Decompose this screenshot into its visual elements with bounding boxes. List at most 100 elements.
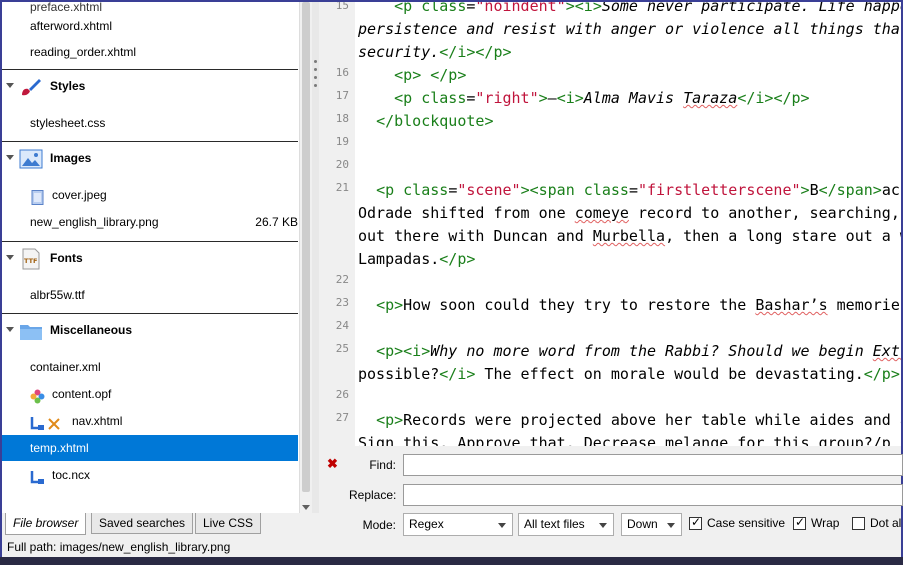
line-number: 16 (335, 66, 349, 79)
line-number: 18 (335, 112, 349, 125)
case-sensitive-checkbox[interactable] (689, 515, 702, 530)
chevron-down-icon (599, 523, 607, 528)
code-editor[interactable]: 15 16 17 18 19 20 21 22 23 24 25 26 27 <… (319, 2, 901, 446)
line-number: 21 (335, 181, 349, 194)
file-name: temp.xhtml (30, 441, 89, 455)
tree-row-toc[interactable]: toc.ncx (2, 462, 298, 488)
scope-select[interactable]: All text files (518, 513, 614, 536)
tree-group-fonts[interactable]: TTF Fonts (2, 241, 298, 273)
code-line[interactable]: out there with Duncan and Murbella, then… (358, 225, 901, 248)
expand-arrow-icon[interactable] (6, 255, 14, 260)
wrap-checkbox[interactable] (793, 515, 806, 530)
tree-row-afterword[interactable]: afterword.xhtml (2, 13, 298, 39)
file-name: content.opf (52, 387, 112, 401)
line-number: 19 (335, 135, 349, 148)
line-number: 22 (335, 273, 349, 286)
code-line[interactable]: Sign this. Approve that. Decrease melang… (358, 432, 891, 446)
toc-icon (30, 468, 45, 484)
tab-live-css[interactable]: Live CSS (195, 513, 262, 534)
tree-row-temp[interactable]: temp.xhtml (2, 435, 298, 461)
mode-select[interactable]: Regex (403, 513, 513, 536)
cover-image-icon (30, 188, 45, 205)
group-label: Styles (50, 79, 86, 93)
wrap-label: Wrap (811, 516, 840, 530)
file-name: afterword.xhtml (30, 19, 113, 33)
find-label: Find: (369, 458, 396, 472)
code-line[interactable]: persistence and resist with anger or vio… (358, 18, 900, 41)
tree-group-miscellaneous[interactable]: Miscellaneous (2, 313, 298, 345)
nav-icon (30, 414, 64, 430)
panel-tab-bar: File browser Saved searches Live CSS (2, 513, 312, 537)
styles-brush-icon (19, 76, 43, 98)
folder-icon (19, 320, 43, 342)
panel-splitter[interactable] (312, 2, 319, 513)
code-text-area[interactable]: <p class="noindent"><i>Some never partic… (358, 2, 901, 446)
line-number: 25 (335, 342, 349, 355)
scrollbar-thumb[interactable] (302, 2, 310, 492)
code-line[interactable]: possible?</i> The effect on morale would… (358, 363, 900, 386)
line-number: 15 (335, 2, 349, 12)
find-input[interactable] (403, 454, 903, 476)
code-line[interactable]: </blockquote> (358, 110, 493, 133)
tree-row-content-opf[interactable]: content.opf (2, 381, 298, 407)
find-replace-panel: ✖ Find: Replace: Mode: Regex All text fi… (319, 446, 903, 537)
expand-arrow-icon[interactable] (6, 155, 14, 160)
file-name: nav.xhtml (72, 414, 123, 428)
file-name: cover.jpeg (52, 188, 107, 202)
splitter-grip (314, 68, 317, 71)
expand-arrow-icon[interactable] (6, 327, 14, 332)
line-number: 23 (335, 296, 349, 309)
tab-saved-searches[interactable]: Saved searches (91, 513, 194, 534)
code-line[interactable]: Lampadas.</p> (358, 248, 475, 271)
tree-row-container[interactable]: container.xml (2, 354, 298, 380)
chevron-down-icon (667, 523, 675, 528)
window-bottom-edge (0, 557, 903, 565)
replace-label: Replace: (349, 488, 397, 502)
dotall-label: Dot al (870, 516, 902, 530)
file-name: albr55w.ttf (30, 288, 85, 302)
group-label: Miscellaneous (50, 323, 133, 337)
tree-group-images[interactable]: Images (2, 141, 298, 173)
tree-row-font-file[interactable]: albr55w.ttf (2, 282, 298, 308)
expand-arrow-icon[interactable] (6, 83, 14, 88)
file-name: stylesheet.css (30, 116, 106, 130)
images-icon (19, 148, 43, 170)
tree-row-reading-order[interactable]: reading_order.xhtml (2, 39, 298, 65)
direction-select[interactable]: Down (621, 513, 682, 536)
splitter-grip (314, 60, 317, 63)
replace-input[interactable] (403, 484, 903, 506)
book-browser-panel: preface.xhtml afterword.xhtml reading_or… (2, 2, 312, 513)
code-line[interactable]: Odrade shifted from one comeye record to… (358, 202, 900, 225)
chevron-down-icon (498, 523, 506, 528)
mode-label: Mode: (362, 518, 396, 532)
code-line[interactable]: <p> </p> (358, 64, 466, 87)
code-line[interactable]: <p class="right">—<i>Alma Mavis Taraza</… (358, 87, 809, 110)
line-number: 27 (335, 411, 349, 424)
line-number: 26 (335, 388, 349, 401)
code-line[interactable]: <p>Records were projected above her tabl… (358, 409, 901, 432)
scroll-down-arrow-icon[interactable] (302, 505, 310, 510)
code-line[interactable]: <p class="scene"><span class="firstlette… (358, 179, 900, 202)
close-icon[interactable]: ✖ (327, 456, 338, 472)
status-bar: Full path: images/new_english_library.pn… (2, 537, 901, 557)
tree-row-stylesheet[interactable]: stylesheet.css (2, 110, 298, 136)
tree-row-nav[interactable]: nav.xhtml (2, 408, 298, 434)
tree-row-cover[interactable]: cover.jpeg (2, 182, 298, 208)
case-sensitive-label: Case sensitive (707, 516, 786, 530)
tree-row-new-english-library[interactable]: new_english_library.png 26.7 KB (2, 209, 298, 235)
group-label: Images (50, 151, 92, 165)
line-number-gutter: 15 16 17 18 19 20 21 22 23 24 25 26 27 (319, 2, 355, 446)
code-line[interactable]: <p class="noindent"><i>Some never partic… (358, 2, 901, 18)
code-line[interactable]: security.</i></p> (358, 41, 512, 64)
dotall-checkbox[interactable] (852, 517, 865, 530)
full-path-text: Full path: images/new_english_library.pn… (7, 540, 231, 554)
line-number: 17 (335, 89, 349, 102)
tab-file-browser[interactable]: File browser (5, 513, 87, 535)
tree-scrollbar[interactable] (299, 2, 312, 513)
opf-puzzle-icon (30, 387, 45, 404)
book-browser-tree: preface.xhtml afterword.xhtml reading_or… (2, 2, 298, 513)
svg-text:TTF: TTF (24, 257, 37, 265)
tree-group-styles[interactable]: Styles (2, 69, 298, 101)
code-line[interactable]: <p><i>Why no more word from the Rabbi? S… (358, 340, 901, 363)
code-line[interactable]: <p>How soon could they try to restore th… (358, 294, 901, 317)
